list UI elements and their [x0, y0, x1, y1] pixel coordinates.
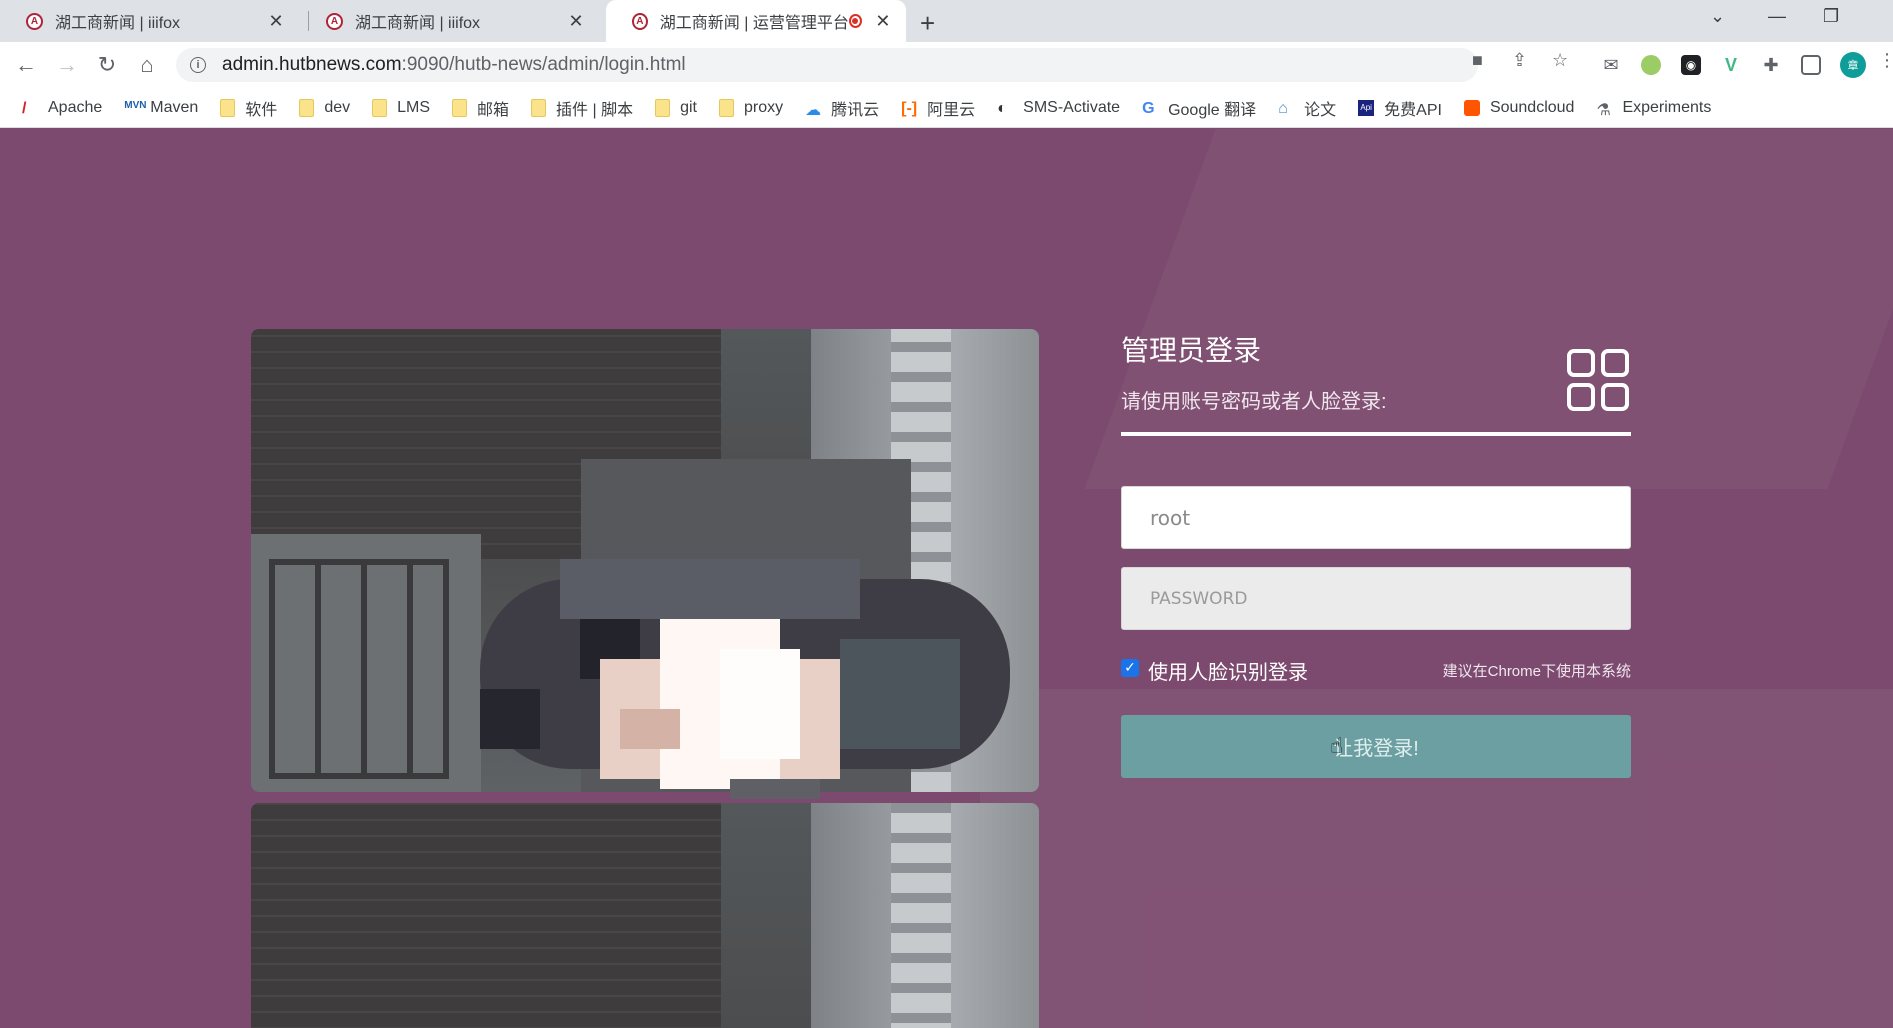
login-page: 管理员登录 请使用账号密码或者人脸登录: root PASSWORD ✓ 使用人…	[0, 129, 1893, 1028]
site-favicon-icon: A	[632, 12, 648, 30]
restore-icon[interactable]: ❐	[1823, 6, 1839, 27]
recording-indicator-icon	[848, 14, 862, 28]
site-info-icon[interactable]: i	[190, 57, 206, 73]
hand-cursor-icon: ☝	[1330, 733, 1344, 758]
tab-title: 湖工商新闻 | iiifox	[55, 15, 181, 32]
bookmark-aliyun[interactable]: [-] 阿里云	[901, 96, 975, 120]
tab-3-active[interactable]: A 湖工商新闻 | 运营管理平台 ✕	[606, 0, 906, 42]
folder-icon	[719, 98, 734, 117]
folder-icon	[655, 98, 671, 117]
tab-2[interactable]: A 湖工商新闻 | iiifox ✕	[300, 0, 600, 42]
bookmark-star-icon[interactable]: ☆	[1552, 50, 1568, 71]
back-arrow-icon[interactable]: ←	[12, 52, 40, 78]
bookmarks-bar: / Apache MVN Maven 软件 dev LMS 邮箱 插件 | 脚本 g…	[0, 88, 1893, 128]
bookmark-google-translate[interactable]: G Google 翻译	[1142, 96, 1256, 120]
minimize-icon[interactable]: —	[1768, 6, 1786, 27]
folder-icon	[299, 98, 315, 117]
api-icon: Api	[1358, 99, 1375, 116]
password-input[interactable]: PASSWORD	[1121, 567, 1631, 630]
close-icon[interactable]: ✕	[266, 11, 286, 32]
bookmark-folder[interactable]: 插件 | 脚本	[531, 96, 633, 120]
tab-title: 湖工商新闻 | iiifox	[355, 15, 481, 32]
pixelated-face	[460, 549, 1050, 799]
folder-icon	[452, 98, 468, 117]
close-icon[interactable]: ✕	[566, 11, 586, 32]
login-submit-button[interactable]: 让我登录!	[1121, 715, 1631, 778]
bookmark-experiments[interactable]: ⚗ Experiments	[1596, 99, 1711, 119]
folder-icon	[531, 98, 547, 117]
username-input[interactable]: root	[1121, 486, 1631, 549]
bookmark-tencent-cloud[interactable]: ☁ 腾讯云	[805, 96, 879, 120]
bookmark-maven[interactable]: MVN Maven	[124, 99, 198, 117]
bookmark-folder[interactable]: LMS	[372, 98, 430, 117]
bookmark-folder[interactable]: dev	[299, 98, 350, 117]
login-title: 管理员登录	[1121, 335, 1262, 366]
bookmark-folder[interactable]: git	[655, 98, 697, 117]
bookmark-soundcloud[interactable]: Soundcloud	[1463, 99, 1574, 117]
side-panel-icon[interactable]	[1801, 55, 1821, 75]
tab-title: 湖工商新闻 | 运营管理平台	[659, 15, 849, 32]
site-favicon-icon: A	[326, 12, 343, 30]
face-login-checkbox[interactable]: ✓ 使用人脸识别登录	[1121, 656, 1308, 685]
close-icon[interactable]: ✕	[874, 11, 892, 32]
translate-icon: G	[1142, 99, 1155, 117]
share-icon[interactable]: ⇪	[1512, 50, 1527, 71]
tab-strip: A 湖工商新闻 | iiifox ✕ A 湖工商新闻 | iiifox ✕ A …	[0, 0, 1893, 42]
aliyun-icon: [-]	[901, 99, 918, 117]
papers-icon: ⌂	[1278, 99, 1288, 117]
url-host: admin.hutbnews.com	[222, 54, 402, 75]
mail-extension-icon[interactable]: ✉	[1601, 55, 1621, 75]
new-tab-plus-icon[interactable]: +	[920, 8, 935, 39]
bookmark-folder[interactable]: proxy	[719, 98, 783, 117]
bookmark-apache[interactable]: / Apache	[22, 99, 102, 117]
login-subtitle: 请使用账号密码或者人脸登录:	[1121, 391, 1387, 413]
soundcloud-icon	[1463, 99, 1480, 116]
extensions-puzzle-icon[interactable]: ✚	[1761, 55, 1781, 75]
login-options: ✓ 使用人脸识别登录 建议在Chrome下使用本系统	[1121, 656, 1631, 685]
title-divider	[1121, 432, 1631, 436]
bookmark-folder[interactable]: 软件	[220, 96, 277, 120]
bookmark-papers[interactable]: ⌂ 论文	[1278, 96, 1336, 120]
menu-kebab-icon[interactable]: ⋮	[1878, 50, 1893, 71]
folder-icon	[372, 98, 388, 117]
bookmark-folder[interactable]: 邮箱	[452, 96, 509, 120]
green-extension-icon[interactable]	[1641, 55, 1661, 75]
forward-arrow-icon[interactable]: →	[53, 52, 81, 78]
camera-snapshot-image	[251, 803, 1039, 1028]
sms-activate-icon: ◐	[997, 99, 1007, 117]
face-login-label: 使用人脸识别登录	[1148, 662, 1308, 684]
browser-hint: 建议在Chrome下使用本系统	[1442, 663, 1631, 680]
address-bar[interactable]: i admin.hutbnews.com:9090/hutb-news/admi…	[176, 48, 1478, 82]
browser-toolbar: ← → ↻ ⌂ i admin.hutbnews.com:9090/hutb-n…	[0, 42, 1893, 88]
login-form: 管理员登录 请使用账号密码或者人脸登录: root PASSWORD ✓ 使用人…	[1121, 329, 1631, 778]
reload-icon[interactable]: ↻	[93, 52, 121, 78]
tab-search-chevron-icon[interactable]: ⌄	[1710, 6, 1725, 27]
folder-icon	[220, 98, 236, 117]
apache-feather-icon: /	[22, 99, 27, 117]
bookmark-free-api[interactable]: Api 免费API	[1358, 96, 1442, 120]
grid-apps-icon	[1567, 349, 1631, 413]
cloud-icon: ☁	[805, 101, 822, 119]
home-icon[interactable]: ⌂	[133, 52, 161, 78]
camera-icon[interactable]: ■	[1472, 50, 1483, 71]
tab-1[interactable]: A 湖工商新闻 | iiifox ✕	[0, 0, 300, 42]
profile-avatar[interactable]: 章	[1840, 52, 1866, 78]
flask-icon: ⚗	[1596, 101, 1611, 119]
mask-extension-icon[interactable]: ◉	[1681, 55, 1701, 75]
maven-icon: MVN	[124, 99, 147, 111]
bookmark-sms-activate[interactable]: ◐ SMS-Activate	[997, 99, 1120, 117]
checkbox-checked-icon[interactable]: ✓	[1121, 658, 1139, 677]
vue-devtools-icon[interactable]: V	[1721, 55, 1741, 75]
site-favicon-icon: A	[26, 12, 43, 30]
url-path: :9090/hutb-news/admin/login.html	[401, 54, 686, 75]
